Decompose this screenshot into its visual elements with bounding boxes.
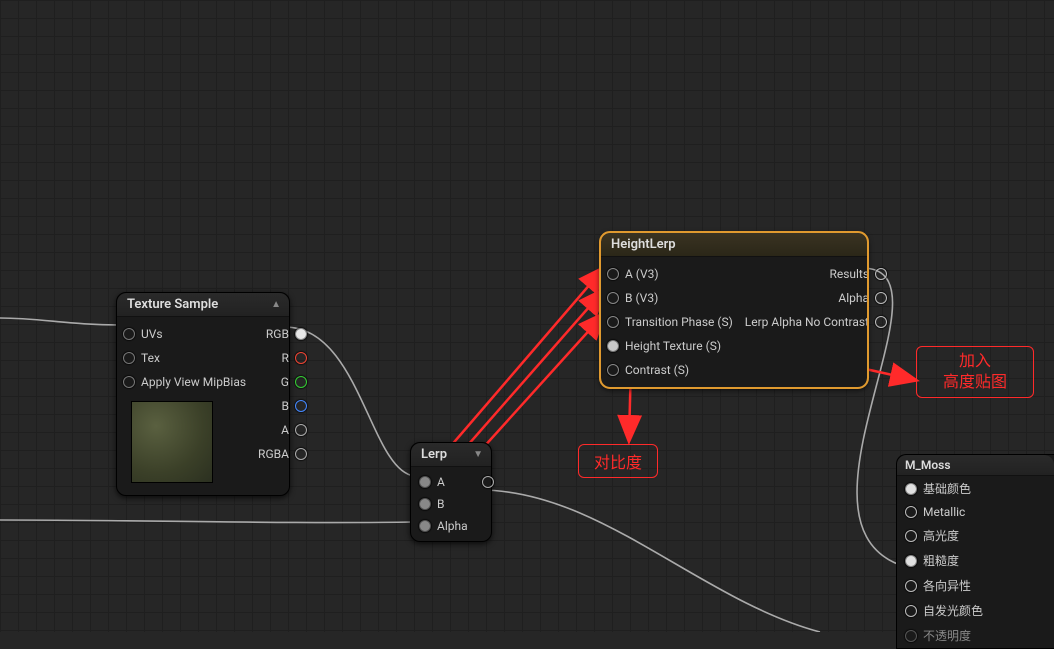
label-a: A (437, 475, 445, 489)
pin-out-g[interactable] (295, 376, 307, 388)
pin-out-b[interactable] (295, 400, 307, 412)
label-tex: Tex (141, 351, 160, 365)
pin-roughness[interactable] (905, 555, 917, 567)
pin-base-color[interactable] (905, 483, 917, 495)
pin-in-a[interactable] (607, 268, 619, 280)
pin-emissive[interactable] (905, 605, 917, 617)
label-metallic: Metallic (923, 505, 965, 519)
pin-in-a[interactable] (419, 476, 431, 488)
pin-out-rgba[interactable] (295, 448, 307, 460)
label-contrast: Contrast (S) (625, 363, 689, 377)
pin-in-alpha[interactable] (419, 520, 431, 532)
label-rough: 粗糙度 (923, 552, 959, 569)
pin-in-uvs[interactable] (123, 328, 135, 340)
label-a: A (281, 423, 289, 437)
pin-in-tex[interactable] (123, 352, 135, 364)
label-b: B (V3) (625, 291, 658, 305)
callout-contrast: 对比度 (578, 444, 658, 478)
pin-in-contrast[interactable] (607, 364, 619, 376)
callout-heightmap-line1: 加入 (927, 351, 1023, 372)
callout-heightmap-line2: 高度贴图 (927, 372, 1023, 393)
pin-in-mip[interactable] (123, 376, 135, 388)
pin-in-phase[interactable] (607, 316, 619, 328)
pin-aniso[interactable] (905, 580, 917, 592)
node-title: Lerp (421, 447, 447, 462)
pin-out-alpha[interactable] (875, 292, 887, 304)
label-results: Results (829, 267, 869, 281)
label-spec: 高光度 (923, 527, 959, 544)
node-height-lerp[interactable]: HeightLerp A (V3) B (V3) Transition Phas… (600, 232, 868, 388)
label-aniso: 各向异性 (923, 577, 971, 594)
texture-preview-thumbnail[interactable] (131, 401, 213, 483)
pin-opacity[interactable] (905, 630, 917, 642)
label-g: G (281, 375, 289, 389)
label-a: A (V3) (625, 267, 659, 281)
node-header[interactable]: M_Moss (897, 455, 1054, 476)
label-uvs: UVs (141, 327, 163, 341)
label-phase: Transition Phase (S) (625, 315, 733, 329)
label-htex: Height Texture (S) (625, 339, 721, 353)
pin-in-b[interactable] (419, 498, 431, 510)
node-lerp[interactable]: Lerp ▼ A B Alpha (410, 442, 492, 542)
pin-out-nocontrast[interactable] (875, 316, 887, 328)
label-r: R (282, 351, 289, 365)
pin-out-rgb[interactable] (295, 328, 307, 340)
callout-contrast-text: 对比度 (594, 453, 642, 472)
pin-out-results[interactable] (875, 268, 887, 280)
callout-heightmap: 加入 高度贴图 (916, 346, 1034, 398)
label-rgb: RGB (266, 327, 289, 341)
label-alpha: Alpha (437, 519, 468, 533)
label-base: 基础颜色 (923, 480, 971, 497)
label-b: B (281, 399, 288, 413)
collapse-icon[interactable]: ▼ (473, 449, 481, 460)
pin-out-r[interactable] (295, 352, 307, 364)
collapse-icon[interactable]: ▲ (271, 299, 279, 310)
label-alpha: Alpha (838, 291, 869, 305)
node-title: Texture Sample (127, 297, 218, 312)
label-rgba: RGBA (258, 447, 289, 461)
pin-in-b[interactable] (607, 292, 619, 304)
node-title: M_Moss (905, 458, 951, 472)
node-title: HeightLerp (611, 237, 676, 252)
pin-out-a[interactable] (295, 424, 307, 436)
pin-specular[interactable] (905, 530, 917, 542)
node-header[interactable]: HeightLerp (601, 233, 867, 257)
pin-in-htex[interactable] (607, 340, 619, 352)
pin-metallic[interactable] (905, 506, 917, 518)
label-nocontrast: Lerp Alpha No Contrast (745, 315, 869, 329)
pin-out-lerp[interactable] (482, 476, 494, 488)
node-header[interactable]: Texture Sample ▲ (117, 293, 289, 317)
label-emissive: 自发光颜色 (923, 602, 983, 619)
node-texture-sample[interactable]: Texture Sample ▲ UVs Tex Apply View MipB… (116, 292, 290, 496)
label-opacity: 不透明度 (923, 627, 971, 644)
node-header[interactable]: Lerp ▼ (411, 443, 491, 467)
node-m-moss[interactable]: M_Moss 基础颜色 Metallic 高光度 粗糙度 各向异性 自发光颜色 … (896, 454, 1054, 649)
label-b: B (437, 497, 444, 511)
label-mip: Apply View MipBias (141, 375, 246, 389)
